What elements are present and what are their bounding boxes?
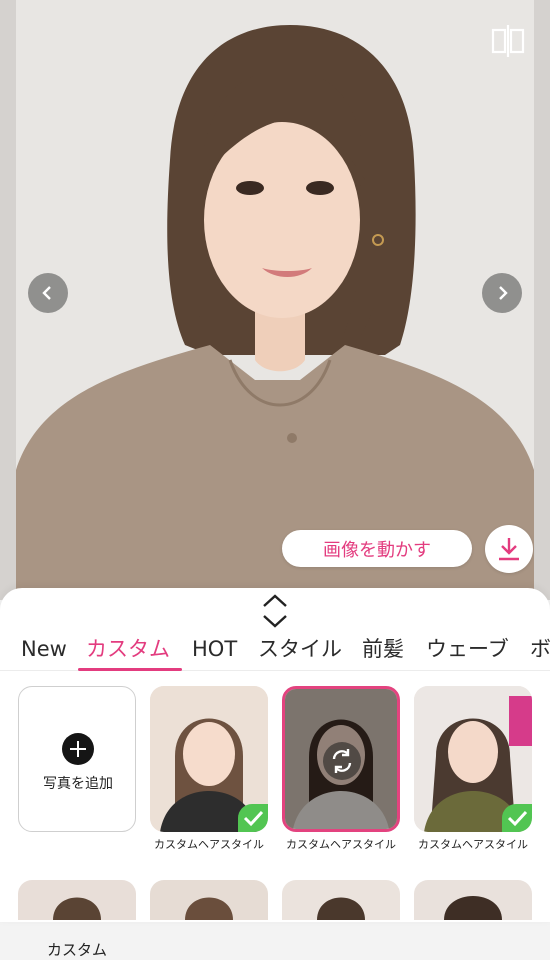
category-tabs: New カスタム HOT スタイル 前髪 ウェーブ ボ: [0, 634, 550, 671]
hairstyle-preview-photo: 画像を動かす: [0, 0, 550, 600]
tab-custom[interactable]: カスタム: [86, 634, 170, 664]
tab-hot[interactable]: HOT: [192, 634, 237, 664]
tab-style[interactable]: スタイル: [258, 634, 342, 664]
next-button[interactable]: [482, 273, 522, 313]
active-tab-indicator: [78, 668, 182, 671]
expand-collapse-icon[interactable]: [260, 592, 290, 630]
tab-wave[interactable]: ウェーブ: [426, 634, 509, 664]
compare-split-icon[interactable]: [488, 22, 528, 60]
previous-button[interactable]: [28, 273, 68, 313]
custom-caption: カスタム: [46, 941, 107, 959]
style-card-row2-2[interactable]: [150, 880, 268, 920]
add-photo-label: 写真を追加: [43, 776, 113, 792]
chevron-right-icon: [499, 286, 508, 300]
tab-more[interactable]: ボ: [530, 634, 550, 664]
plus-icon: [62, 733, 94, 765]
style-card-3[interactable]: [414, 686, 532, 832]
style-caption-1: カスタムヘアスタイル: [154, 838, 264, 851]
move-image-label: 画像を動かす: [323, 539, 431, 561]
style-caption-3: カスタムヘアスタイル: [418, 838, 528, 851]
checkmark-icon: [502, 804, 532, 832]
chevron-left-icon: [42, 286, 51, 300]
style-card-1[interactable]: [150, 686, 268, 832]
style-card-2-selected[interactable]: [282, 686, 400, 832]
download-button[interactable]: [485, 525, 533, 573]
add-photo-card[interactable]: 写真を追加: [18, 686, 136, 832]
move-image-button[interactable]: 画像を動かす: [282, 530, 472, 567]
checkmark-icon: [238, 804, 268, 832]
swap-icon[interactable]: [323, 742, 361, 780]
style-card-row2-1[interactable]: [18, 880, 136, 920]
style-selection-sheet: New カスタム HOT スタイル 前髪 ウェーブ ボ 写真を追加 カスタム カ…: [0, 588, 550, 959]
style-caption-2: カスタムヘアスタイル: [286, 838, 396, 851]
tab-bangs[interactable]: 前髪: [362, 634, 404, 664]
download-icon: [499, 538, 519, 561]
style-card-row2-4[interactable]: [414, 880, 532, 920]
tab-new[interactable]: New: [21, 634, 67, 664]
style-card-row2-3[interactable]: [282, 880, 400, 920]
